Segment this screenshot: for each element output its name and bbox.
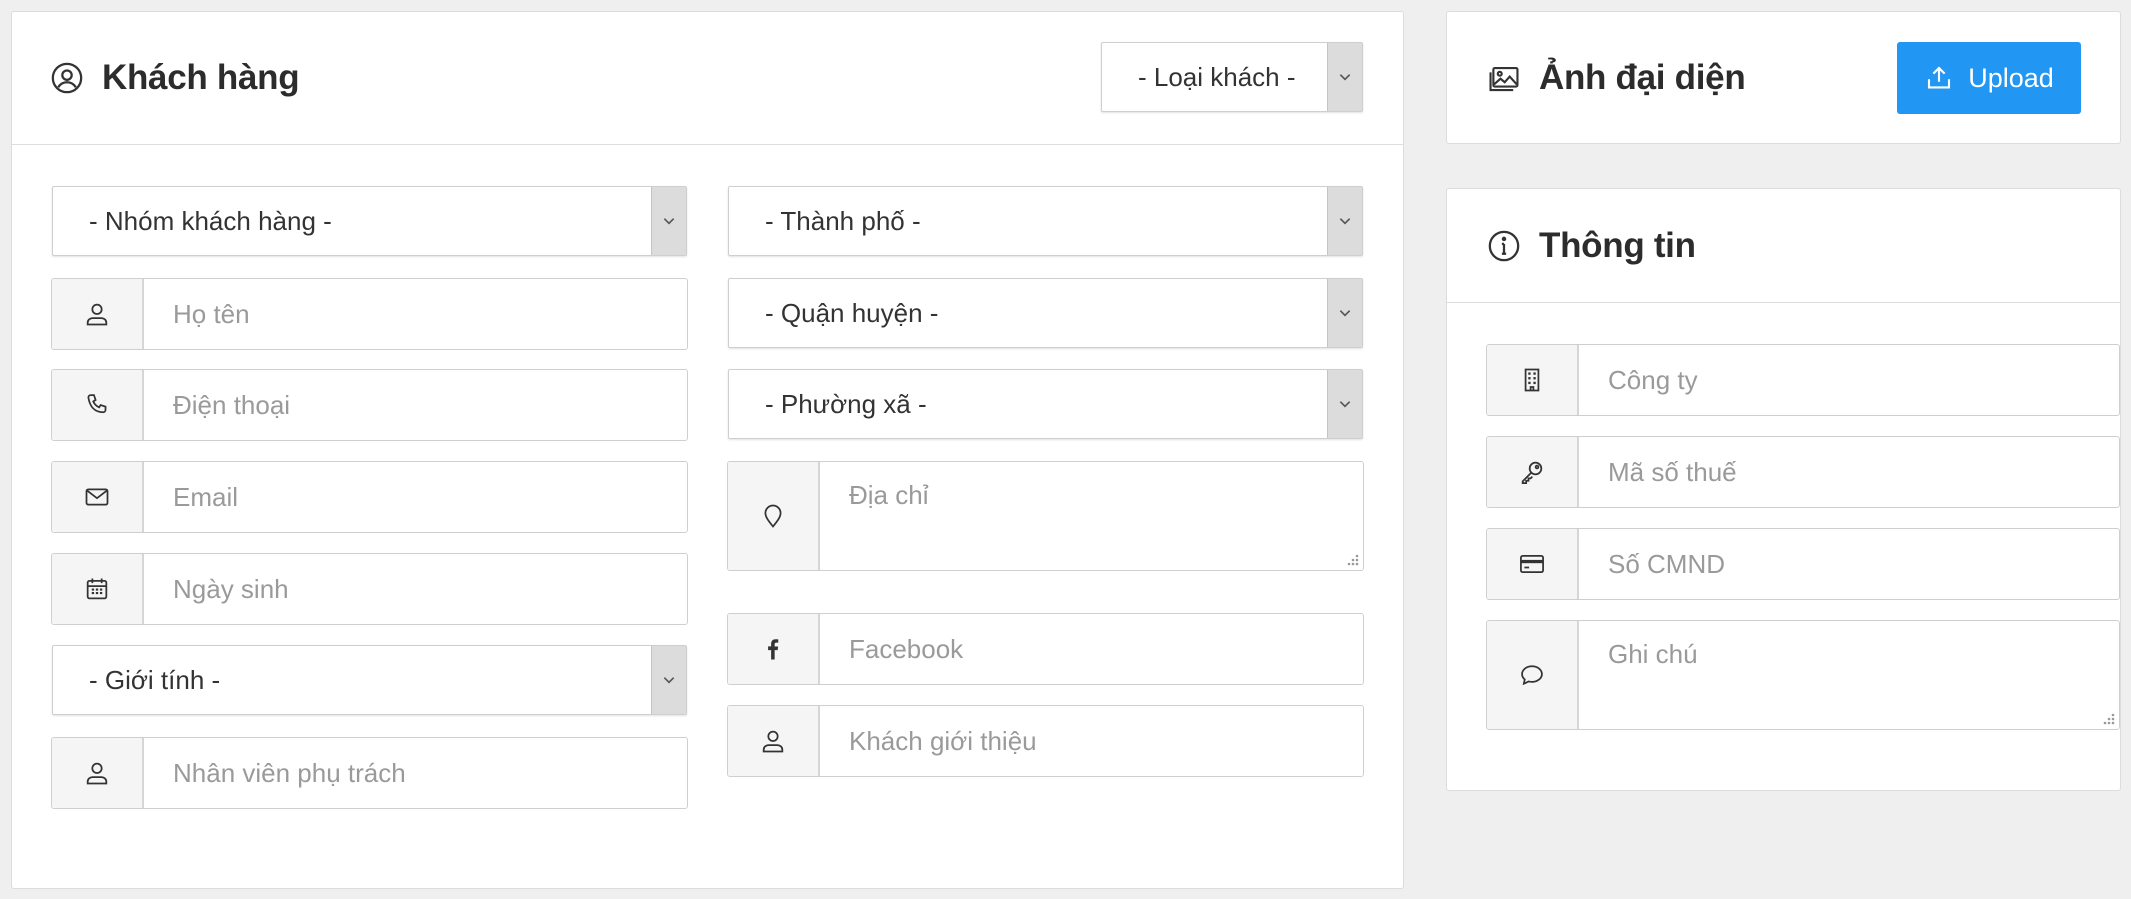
key-icon (1487, 437, 1579, 507)
staff-input[interactable] (144, 738, 687, 808)
customer-card-title: Khách hàng (102, 58, 300, 97)
tax-code-input[interactable] (1579, 437, 2119, 507)
chevron-down-icon (651, 646, 686, 714)
id-number-input[interactable] (1579, 529, 2119, 599)
note-field (1486, 620, 2120, 730)
upload-button-label: Upload (1968, 62, 2054, 93)
city-select-label: - Thành phố - (765, 205, 921, 236)
district-select[interactable]: - Quận huyện - (728, 278, 1363, 348)
chevron-down-icon (651, 187, 686, 255)
calendar-icon (52, 554, 144, 624)
chevron-down-icon (1327, 43, 1362, 111)
customer-type-select[interactable]: - Loại khách - (1101, 42, 1363, 112)
upload-button[interactable]: Upload (1897, 42, 2081, 114)
info-card-title: Thông tin (1539, 225, 1696, 265)
district-select-label: - Quận huyện - (765, 297, 939, 328)
facebook-field (727, 613, 1364, 685)
city-select[interactable]: - Thành phố - (728, 186, 1363, 256)
gender-select-label: - Giới tính - (89, 664, 221, 695)
user-circle-icon (50, 61, 84, 95)
chevron-down-icon (1327, 370, 1362, 438)
gender-select[interactable]: - Giới tính - (52, 645, 687, 715)
image-icon (1487, 61, 1521, 95)
info-icon (1487, 229, 1521, 263)
map-pin-icon (728, 462, 820, 570)
avatar-card: Ảnh đại diện Upload (1446, 11, 2121, 144)
user-icon (52, 279, 144, 349)
birthday-input[interactable] (144, 554, 687, 624)
referrer-input[interactable] (820, 706, 1363, 776)
envelope-icon (52, 462, 144, 532)
company-input[interactable] (1579, 345, 2119, 415)
company-field (1486, 344, 2120, 416)
phone-input[interactable] (144, 370, 687, 440)
customer-group-select-label: - Nhóm khách hàng - (89, 205, 332, 236)
address-field (727, 461, 1364, 571)
full-name-field (51, 278, 688, 350)
customer-group-select[interactable]: - Nhóm khách hàng - (52, 186, 687, 256)
info-card: Thông tin (1446, 188, 2121, 791)
building-icon (1487, 345, 1579, 415)
user-icon (52, 738, 144, 808)
full-name-input[interactable] (144, 279, 687, 349)
facebook-icon (728, 614, 820, 684)
note-input[interactable] (1579, 621, 2119, 729)
email-input[interactable] (144, 462, 687, 532)
upload-icon (1928, 66, 1951, 89)
tax-code-field (1486, 436, 2120, 508)
facebook-input[interactable] (820, 614, 1363, 684)
customer-card: Khách hàng - Loại khách - - Nhóm khách h… (11, 11, 1404, 889)
ward-select[interactable]: - Phường xã - (728, 369, 1363, 439)
chevron-down-icon (1327, 279, 1362, 347)
phone-field (51, 369, 688, 441)
resize-grip-icon[interactable] (2101, 711, 2115, 725)
ward-select-label: - Phường xã - (765, 388, 927, 419)
referrer-field (727, 705, 1364, 777)
phone-icon (52, 370, 144, 440)
comment-icon (1487, 621, 1579, 729)
credit-card-icon (1487, 529, 1579, 599)
address-input[interactable] (820, 462, 1363, 570)
id-number-field (1486, 528, 2120, 600)
info-card-header: Thông tin (1447, 189, 2120, 303)
birthday-field (51, 553, 688, 625)
user-icon (728, 706, 820, 776)
staff-field (51, 737, 688, 809)
email-field (51, 461, 688, 533)
chevron-down-icon (1327, 187, 1362, 255)
avatar-card-title: Ảnh đại diện (1539, 57, 1746, 97)
customer-type-select-label: - Loại khách - (1138, 61, 1296, 92)
resize-grip-icon[interactable] (1345, 552, 1359, 566)
